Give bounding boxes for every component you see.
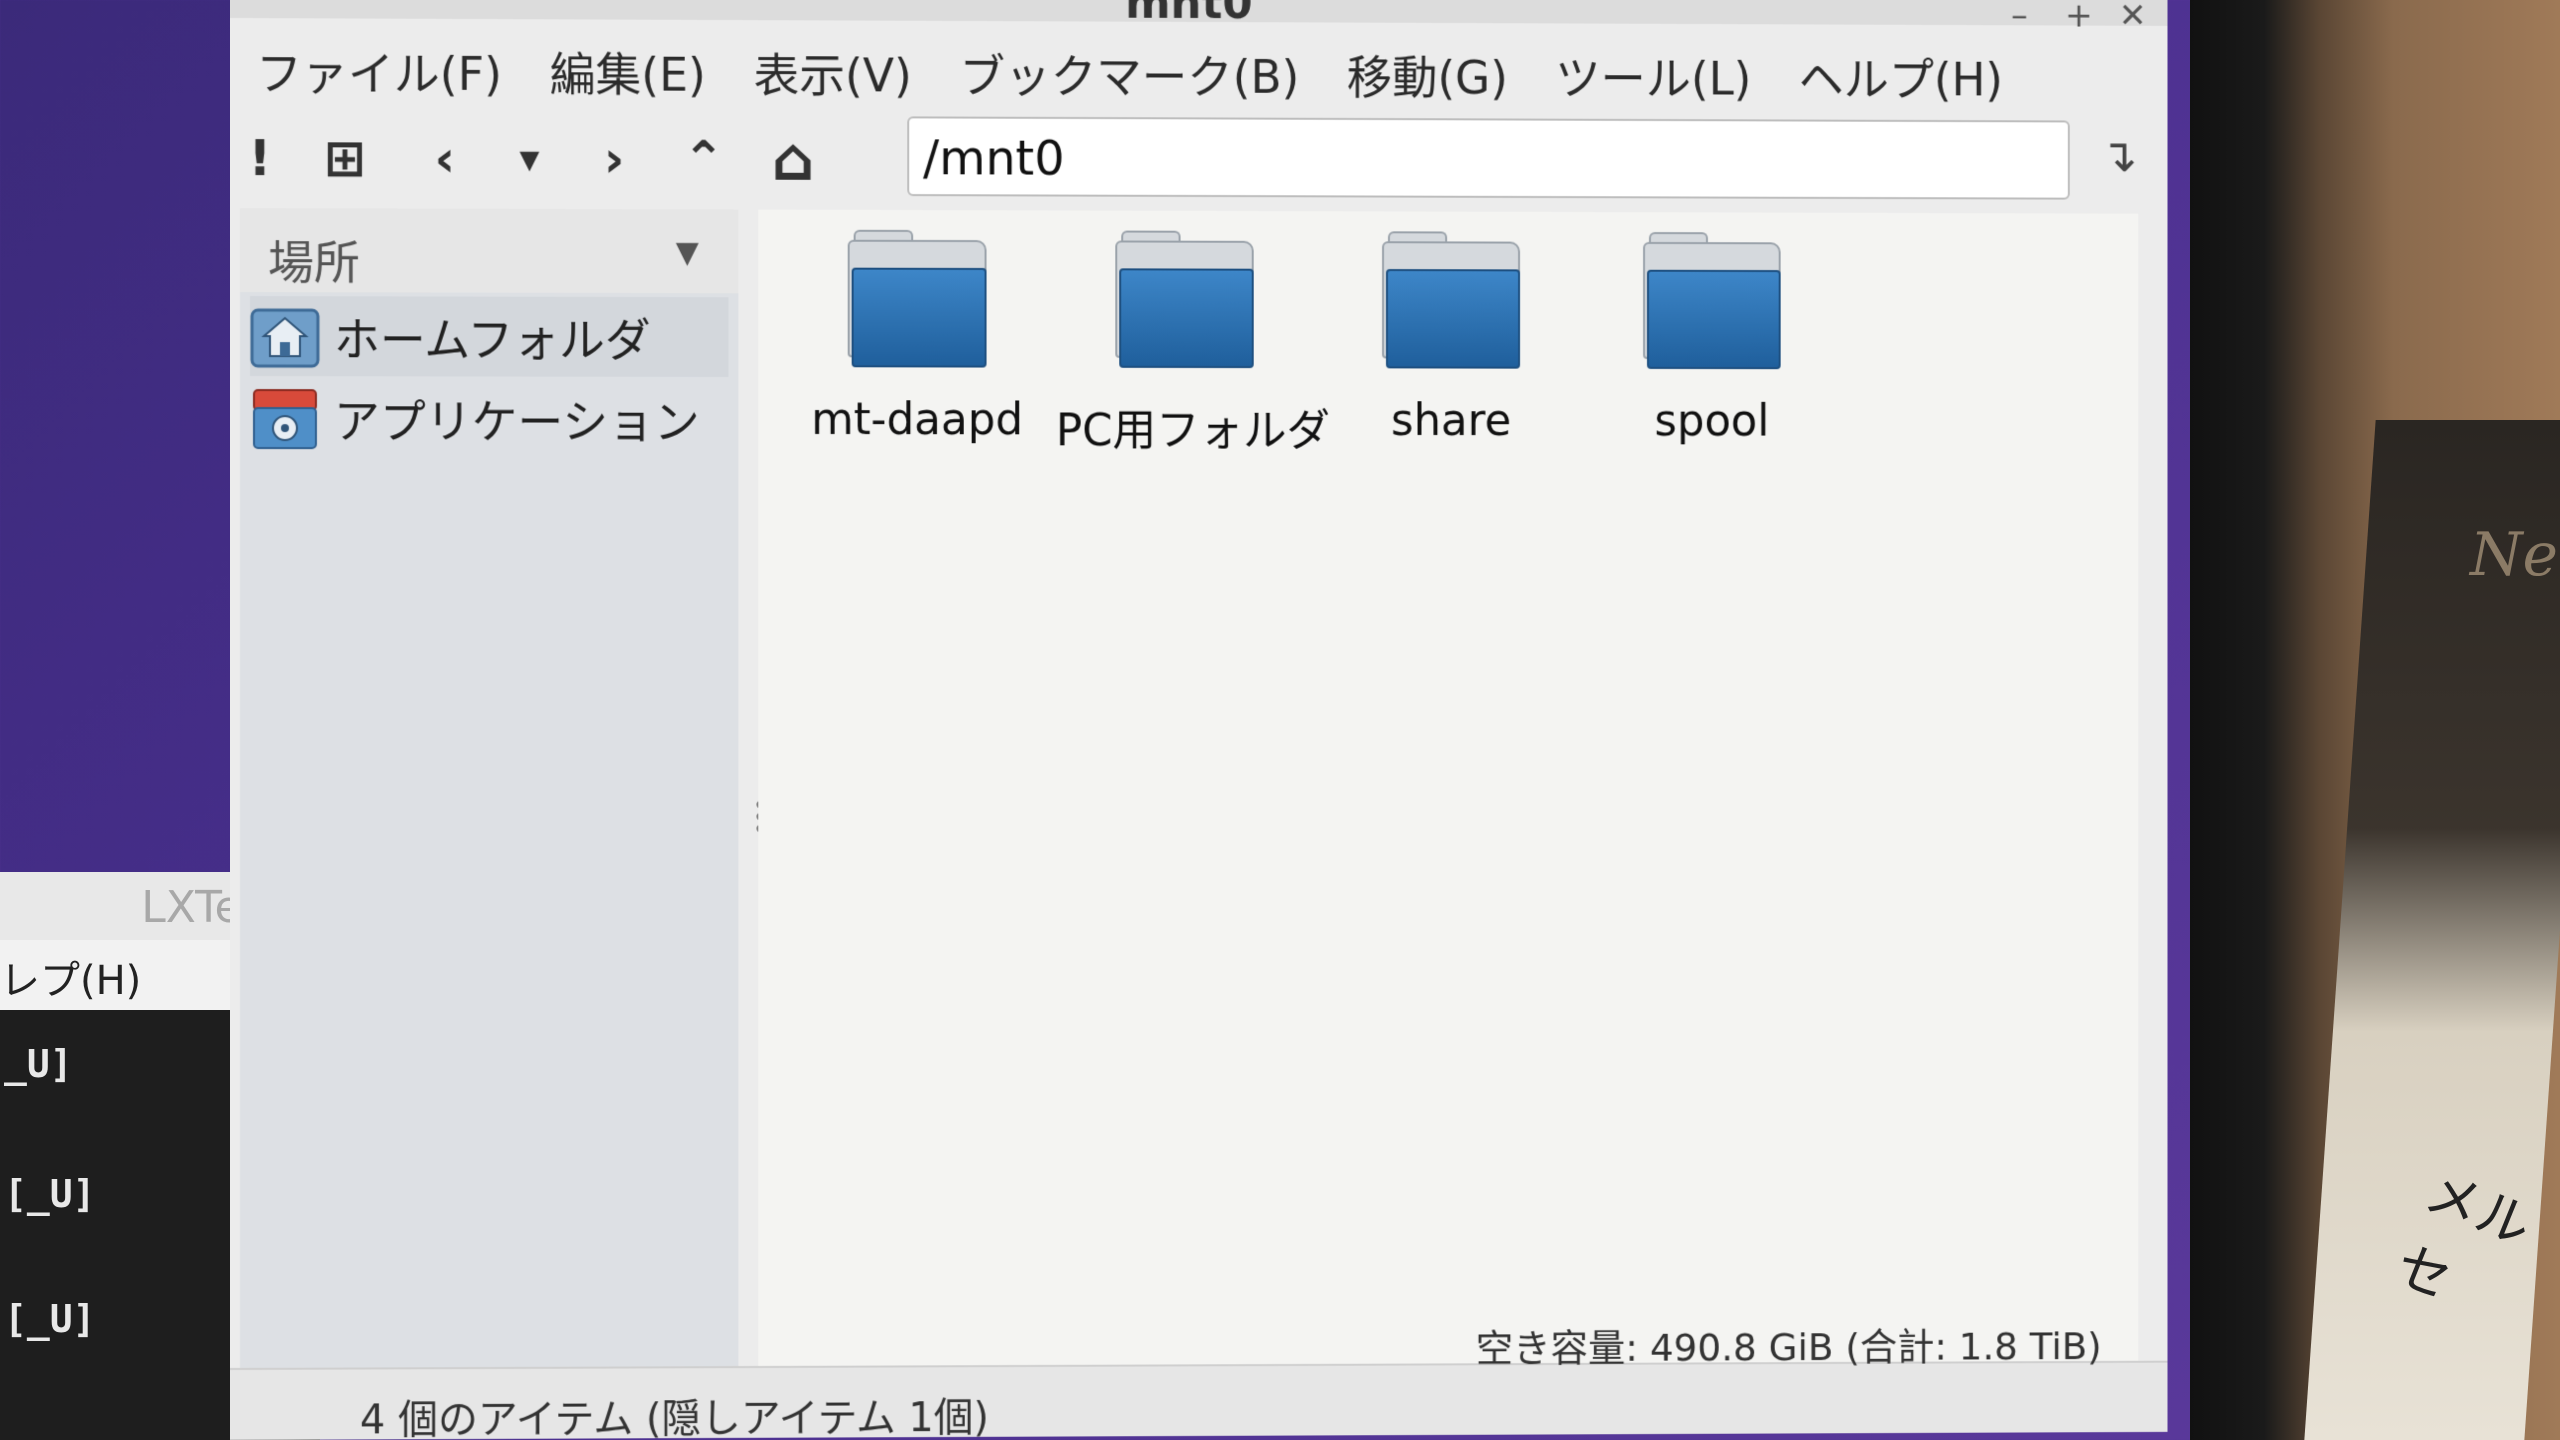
chevron-down-icon[interactable]: ▼ xyxy=(676,235,699,270)
applications-icon xyxy=(250,386,320,450)
window-title: mnt0 xyxy=(1125,0,1253,30)
terminal-line: [_U] xyxy=(4,1172,96,1216)
folder-label: share xyxy=(1390,395,1512,447)
menu-edit[interactable]: 編集(E) xyxy=(550,38,706,104)
file-view[interactable]: mt-daapd PC用フォルダ share spool xyxy=(758,209,2139,1367)
status-free-space: 空き容量: 490.8 GiB (合計: 1.8 TiB) xyxy=(1475,1324,2102,1371)
folder-icon xyxy=(1115,230,1254,369)
sidebar-item-label: ホームフォルダ xyxy=(333,312,651,367)
terminal-line: _U] xyxy=(4,1042,73,1086)
file-manager-window: mnt0 – + ✕ ファイル(F) 編集(E) 表示(V) ブックマーク(B)… xyxy=(230,0,2168,1440)
folder-item[interactable]: PC用フォルダ xyxy=(1055,230,1331,479)
places-sidebar: 場所 ▼ ホームフォルダ アプリケーション xyxy=(239,208,739,1440)
folder-icon xyxy=(1643,232,1781,370)
terminal-line: [_U] xyxy=(4,1297,96,1341)
menu-tools[interactable]: ツール(L) xyxy=(1555,42,1751,108)
folder-label: spool xyxy=(1654,395,1770,447)
alert-icon[interactable]: ! xyxy=(230,118,290,198)
menu-go[interactable]: 移動(G) xyxy=(1347,41,1508,107)
toolbar: ! ⊞ ‹ ▾ › ⌃ ⌂ /mnt0 ↴ xyxy=(230,110,2168,211)
close-button[interactable]: ✕ xyxy=(2119,0,2147,36)
forward-arrow-icon[interactable]: › xyxy=(569,119,659,199)
status-bar: 4 個のアイテム (隠しアイテム 1個) 空き容量: 490.8 GiB (合計… xyxy=(230,1324,2168,1440)
sidebar-item-home[interactable]: ホームフォルダ xyxy=(249,296,729,377)
status-item-count: 4 個のアイテム (隠しアイテム 1個) xyxy=(359,1395,989,1440)
sidebar-item-label: アプリケーション xyxy=(333,394,700,449)
history-dropdown-icon[interactable]: ▾ xyxy=(490,118,570,198)
menu-view[interactable]: 表示(V) xyxy=(754,39,912,105)
folder-item[interactable]: share xyxy=(1323,231,1579,480)
home-icon[interactable]: ⌂ xyxy=(748,119,837,199)
folder-label: PC用フォルダ xyxy=(1055,405,1331,457)
folder-icon xyxy=(1382,231,1521,369)
places-header-label: 場所 xyxy=(267,235,360,290)
places-header[interactable]: 場所 ▼ xyxy=(239,208,739,294)
go-icon[interactable]: ↴ xyxy=(2089,128,2148,191)
sidebar-item-applications[interactable]: アプリケーション xyxy=(250,378,728,459)
menu-file[interactable]: ファイル(F) xyxy=(256,37,502,104)
folder-item[interactable]: mt-daapd xyxy=(788,229,1046,480)
folder-label: mt-daapd xyxy=(811,394,1024,446)
path-input[interactable]: /mnt0 xyxy=(907,116,2070,200)
maximize-button[interactable]: + xyxy=(2065,0,2093,36)
back-arrow-icon[interactable]: ‹ xyxy=(400,118,490,198)
minimize-button[interactable]: – xyxy=(2011,0,2028,35)
folder-item[interactable]: spool xyxy=(1584,232,1839,480)
new-tab-icon[interactable]: ⊞ xyxy=(290,118,400,198)
folder-icon xyxy=(847,229,987,368)
book-top-text: Nev xyxy=(2470,520,2560,590)
home-folder-icon xyxy=(250,304,320,368)
menu-bar: ファイル(F) 編集(E) 表示(V) ブックマーク(B) 移動(G) ツール(… xyxy=(230,30,2168,117)
menu-help[interactable]: ヘルプ(H) xyxy=(1799,43,2003,109)
menu-bookmarks[interactable]: ブックマーク(B) xyxy=(959,40,1299,107)
up-arrow-icon[interactable]: ⌃ xyxy=(659,119,748,199)
